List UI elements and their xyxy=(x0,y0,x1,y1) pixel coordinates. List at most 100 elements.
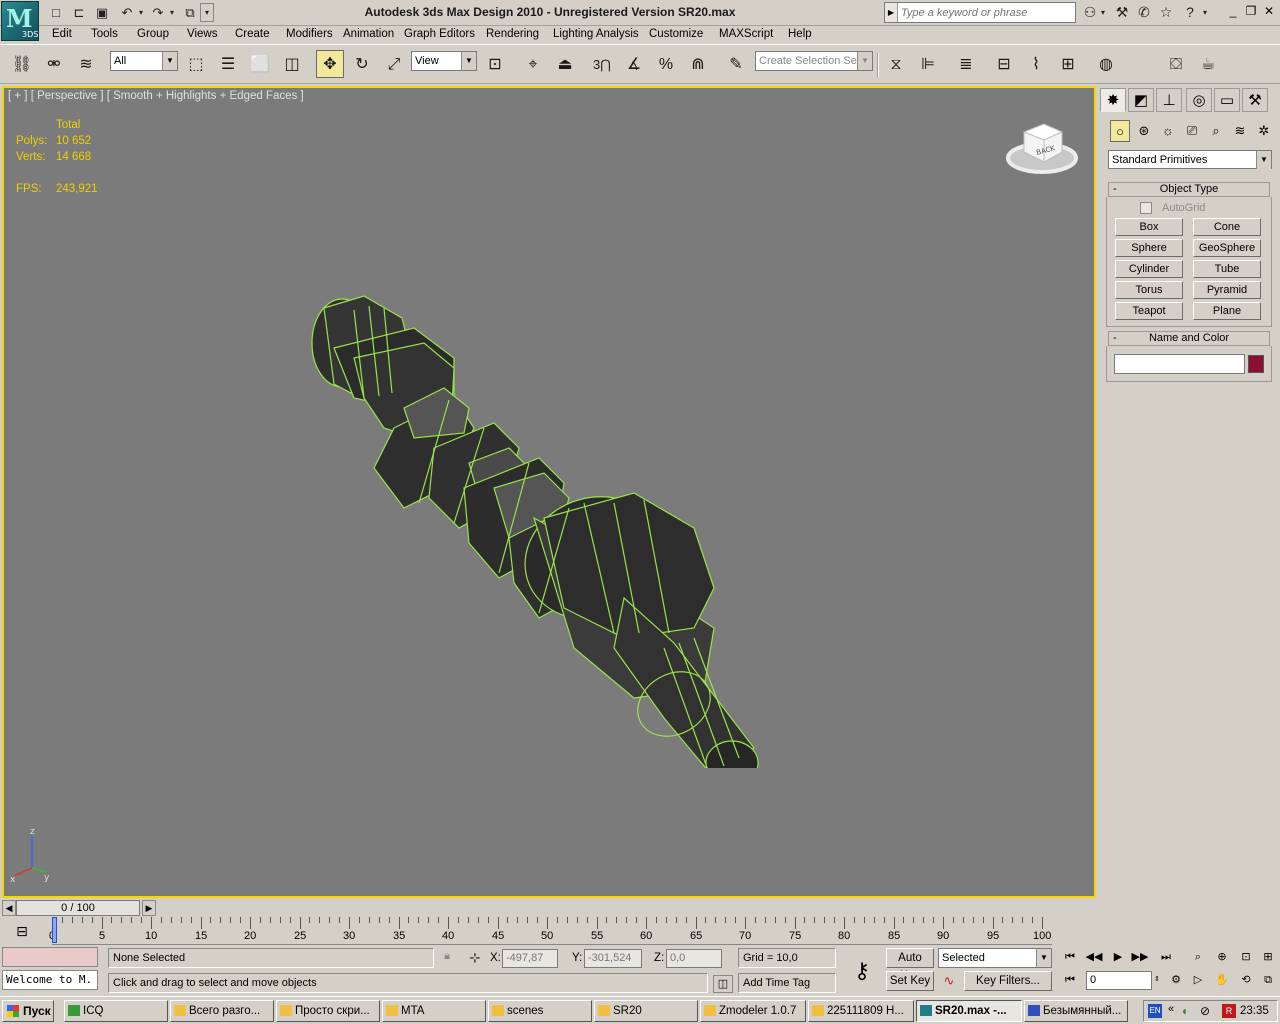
select-and-link-icon[interactable]: ⛓ xyxy=(8,50,36,78)
graphite-modeling-tools-icon[interactable]: ⊟ xyxy=(990,50,1018,78)
default-tangents-icon[interactable]: ∿ xyxy=(938,971,960,991)
render-production-icon[interactable]: ☕ xyxy=(1194,50,1222,78)
current-frame-input[interactable]: 0 xyxy=(1086,971,1152,990)
absolute-mode-transform-icon[interactable]: ⊹ xyxy=(466,950,484,966)
taskbar-task[interactable]: Просто скри... xyxy=(276,1000,380,1022)
space-warps-category-icon[interactable]: ≋ xyxy=(1230,120,1250,142)
start-button[interactable]: Пуск xyxy=(2,1000,54,1022)
help-icon[interactable]: ? xyxy=(1180,3,1200,22)
search-expand-icon[interactable]: ▶ xyxy=(885,3,898,22)
pan-view-icon[interactable]: ✋ xyxy=(1212,971,1232,989)
taskbar-task[interactable]: Всего разго... xyxy=(170,1000,274,1022)
tray-expand-icon[interactable]: « xyxy=(1168,1003,1174,1015)
current-frame-marker[interactable] xyxy=(52,917,57,943)
track-bar[interactable]: ⊟ 05101520253035404550556065707580859095… xyxy=(0,917,1100,945)
time-next-arrow-icon[interactable]: ▶ xyxy=(142,900,156,916)
menu-edit[interactable]: Edit xyxy=(52,28,72,40)
go-to-start-icon[interactable]: ⏮ xyxy=(1060,948,1080,966)
menu-maxscript[interactable]: MAXScript xyxy=(719,28,773,40)
add-time-tag-button[interactable]: Add Time Tag xyxy=(738,973,836,993)
time-tag-icon[interactable]: ◫ xyxy=(713,975,733,993)
selection-filter-dropdown[interactable]: All ▼ xyxy=(110,51,178,71)
taskbar-task[interactable]: scenes xyxy=(488,1000,592,1022)
hierarchy-tab-icon[interactable]: ⊥ xyxy=(1156,88,1182,112)
shapes-category-icon[interactable]: ⊛ xyxy=(1134,120,1154,142)
menu-rendering[interactable]: Rendering xyxy=(486,28,539,40)
zoom-extents-icon[interactable]: ⊡ xyxy=(1236,948,1256,966)
cone-button[interactable]: Cone xyxy=(1193,218,1261,236)
time-configuration-icon[interactable]: ⚙ xyxy=(1166,971,1186,989)
select-and-move-icon[interactable]: ✥ xyxy=(316,50,344,78)
communication-center-icon[interactable]: ✆ xyxy=(1134,3,1154,22)
cameras-category-icon[interactable]: ⎚ xyxy=(1182,120,1202,142)
app-logo[interactable]: M 3DS xyxy=(1,1,39,41)
zoom-all-icon[interactable]: ⊕ xyxy=(1212,948,1232,966)
name-color-rollout-header[interactable]: - Name and Color xyxy=(1108,331,1270,346)
select-manipulate-icon[interactable]: ⌖ xyxy=(519,50,547,78)
frame-spinner-icon[interactable]: ⇕ xyxy=(1152,971,1162,989)
reference-coordinate-dropdown[interactable]: View ▼ xyxy=(411,51,477,71)
geometry-category-icon[interactable]: ○ xyxy=(1110,120,1130,142)
auto-key-button[interactable]: Auto Key xyxy=(886,948,934,982)
menu-help[interactable]: Help xyxy=(788,28,812,40)
menu-animation[interactable]: Animation xyxy=(343,28,394,40)
autogrid-checkbox[interactable] xyxy=(1140,202,1152,214)
menu-create[interactable]: Create xyxy=(235,28,270,40)
motion-tab-icon[interactable]: ◎ xyxy=(1186,88,1212,112)
x-coordinate-input[interactable]: -497,87 xyxy=(502,949,558,968)
z-coordinate-input[interactable]: 0,0 xyxy=(666,949,722,968)
unlink-selection-icon[interactable]: ⚮ xyxy=(40,50,68,78)
set-key-key-icon[interactable]: ⚷ xyxy=(842,951,882,991)
pyramid-button[interactable]: Pyramid xyxy=(1193,281,1261,299)
taskbar-task[interactable]: Zmodeler 1.0.7 xyxy=(700,1000,806,1022)
track-bar-scale[interactable]: 0510152025303540455055606570758085909510… xyxy=(49,917,1052,945)
taskbar-task[interactable]: 225111809 Н... xyxy=(808,1000,914,1022)
geosphere-button[interactable]: GeoSphere xyxy=(1193,239,1261,257)
bind-to-space-warp-icon[interactable]: ≋ xyxy=(72,50,100,78)
time-prev-arrow-icon[interactable]: ◀ xyxy=(2,900,16,916)
open-mini-curve-editor-icon[interactable]: ⊟ xyxy=(10,919,34,943)
search-box[interactable]: ▶ xyxy=(884,2,1076,23)
align-icon[interactable]: ⊫ xyxy=(914,50,942,78)
percent-snap-icon[interactable]: % xyxy=(652,50,680,78)
layer-manager-icon[interactable]: ≣ xyxy=(952,50,980,78)
taskbar-task[interactable]: Безымянный... xyxy=(1024,1000,1128,1022)
select-and-scale-icon[interactable]: ⤢ xyxy=(380,50,408,78)
favorites-star-icon[interactable]: ☆ xyxy=(1156,3,1176,22)
lights-category-icon[interactable]: ☼ xyxy=(1158,120,1178,142)
systems-category-icon[interactable]: ✲ xyxy=(1254,120,1274,142)
minimize-button[interactable]: _ xyxy=(1225,4,1241,19)
display-tab-icon[interactable]: ▭ xyxy=(1214,88,1240,112)
field-of-view-icon[interactable]: ▷ xyxy=(1188,971,1208,989)
cylinder-button[interactable]: Cylinder xyxy=(1115,260,1183,278)
previous-frame-icon[interactable]: ◀◀ xyxy=(1084,948,1104,966)
primitive-type-dropdown[interactable]: Standard Primitives ▼ xyxy=(1108,150,1272,169)
next-frame-icon[interactable]: ▶▶ xyxy=(1130,948,1150,966)
modify-tab-icon[interactable]: ◩ xyxy=(1128,88,1154,112)
restore-button[interactable]: ❐ xyxy=(1243,4,1259,19)
teapot-button[interactable]: Teapot xyxy=(1115,302,1183,320)
object-color-swatch[interactable] xyxy=(1248,355,1264,373)
plane-button[interactable]: Plane xyxy=(1193,302,1261,320)
edit-named-selection-icon[interactable]: ✎ xyxy=(722,50,750,78)
menu-modifiers[interactable]: Modifiers xyxy=(286,28,333,40)
utilities-tab-icon[interactable]: ⚒ xyxy=(1242,88,1268,112)
search-options-dropdown-icon[interactable]: ▾ xyxy=(1098,3,1108,22)
snaps-toggle-icon[interactable]: 3⋂ xyxy=(588,50,616,78)
schematic-view-icon[interactable]: ⊞ xyxy=(1054,50,1082,78)
object-type-rollout-header[interactable]: - Object Type xyxy=(1108,182,1270,197)
play-animation-icon[interactable]: ▶ xyxy=(1108,948,1128,966)
viewport-label[interactable]: [ + ] [ Perspective ] [ Smooth + Highlig… xyxy=(8,90,304,102)
spinner-snap-icon[interactable]: ⋒ xyxy=(684,50,712,78)
maxscript-listener-input[interactable] xyxy=(2,947,98,967)
create-tab-icon[interactable]: ✸ xyxy=(1100,88,1126,112)
window-crossing-icon[interactable]: ◫ xyxy=(278,50,306,78)
y-coordinate-input[interactable]: -301,524 xyxy=(584,949,642,968)
taskbar-task[interactable]: ICQ xyxy=(64,1000,168,1022)
select-and-rotate-icon[interactable]: ↻ xyxy=(348,50,376,78)
tray-network-icon[interactable]: ◐ xyxy=(1182,1004,1189,1018)
viewcube[interactable]: BACK xyxy=(1004,118,1080,180)
perspective-viewport[interactable]: [ + ] [ Perspective ] [ Smooth + Highlig… xyxy=(2,86,1096,898)
go-to-end-icon[interactable]: ⏭ xyxy=(1156,948,1176,966)
clock[interactable]: 23:35 xyxy=(1240,1001,1269,1021)
